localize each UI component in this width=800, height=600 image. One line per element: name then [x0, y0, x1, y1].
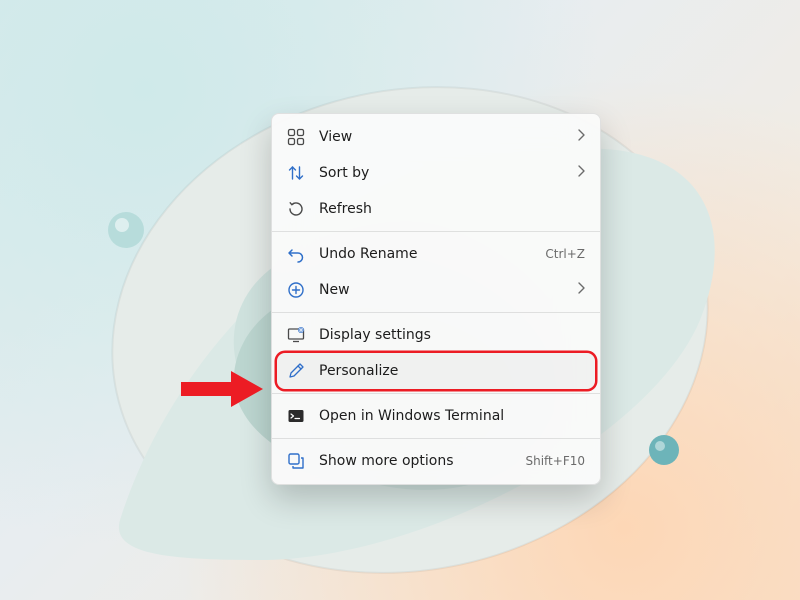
menu-separator — [272, 231, 600, 232]
terminal-icon — [287, 407, 305, 425]
menu-separator — [272, 438, 600, 439]
menu-separator — [272, 312, 600, 313]
menu-item-undo[interactable]: Undo Rename Ctrl+Z — [277, 236, 595, 272]
undo-icon — [287, 245, 305, 263]
chevron-right-icon — [577, 165, 585, 181]
menu-item-label: View — [319, 129, 577, 145]
menu-item-label: Personalize — [319, 363, 585, 379]
refresh-icon — [287, 200, 305, 218]
desktop-context-menu: View Sort by Refresh — [271, 113, 601, 485]
menu-item-shortcut: Shift+F10 — [525, 454, 585, 468]
menu-item-sort-by[interactable]: Sort by — [277, 155, 595, 191]
menu-item-view[interactable]: View — [277, 119, 595, 155]
menu-item-open-terminal[interactable]: Open in Windows Terminal — [277, 398, 595, 434]
menu-item-new[interactable]: New — [277, 272, 595, 308]
menu-item-label: New — [319, 282, 577, 298]
display-settings-icon — [287, 326, 305, 344]
menu-item-personalize[interactable]: Personalize — [277, 353, 595, 389]
menu-item-label: Refresh — [319, 201, 585, 217]
menu-item-refresh[interactable]: Refresh — [277, 191, 595, 227]
sort-icon — [287, 164, 305, 182]
menu-item-label: Sort by — [319, 165, 577, 181]
menu-separator — [272, 393, 600, 394]
menu-item-label: Open in Windows Terminal — [319, 408, 585, 424]
show-more-options-icon — [287, 452, 305, 470]
menu-item-show-more-options[interactable]: Show more options Shift+F10 — [277, 443, 595, 479]
chevron-right-icon — [577, 282, 585, 298]
menu-item-label: Show more options — [319, 453, 525, 469]
new-icon — [287, 281, 305, 299]
chevron-right-icon — [577, 129, 585, 145]
view-icon — [287, 128, 305, 146]
personalize-icon — [287, 362, 305, 380]
menu-item-display-settings[interactable]: Display settings — [277, 317, 595, 353]
menu-item-shortcut: Ctrl+Z — [545, 247, 585, 261]
menu-item-label: Undo Rename — [319, 246, 545, 262]
menu-item-label: Display settings — [319, 327, 585, 343]
